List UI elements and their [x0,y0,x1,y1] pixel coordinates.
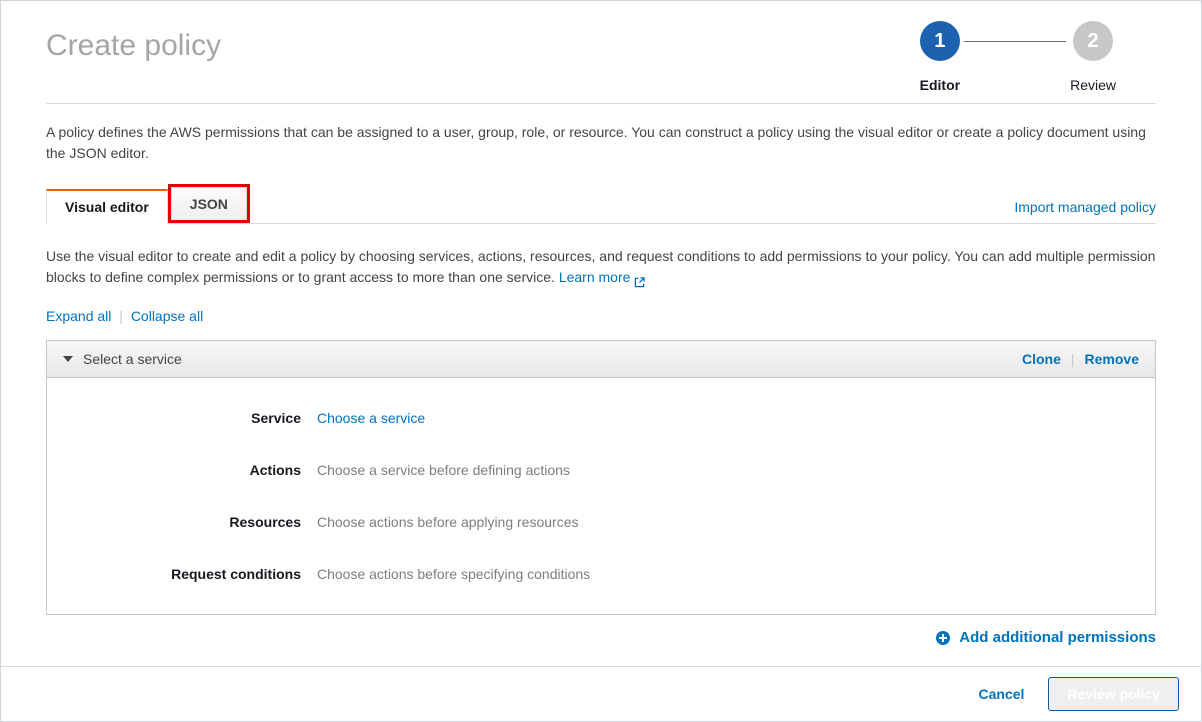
conditions-label: Request conditions [67,566,317,582]
main-container: Create policy 1 Editor 2 Review A policy… [1,1,1201,649]
intro-text: A policy defines the AWS permissions tha… [46,122,1156,164]
tab-label: Visual editor [65,199,149,215]
footer: Cancel Review policy [1,666,1201,721]
row-actions: Actions Choose a service before defining… [67,444,1135,496]
row-request-conditions: Request conditions Choose actions before… [67,548,1135,600]
resources-label: Resources [67,514,317,530]
annotation-highlight: JSON [168,184,250,223]
permission-block-actions: Clone | Remove [1022,351,1139,367]
wizard-step-editor[interactable]: 1 Editor [920,21,960,93]
tab-visual-editor[interactable]: Visual editor [46,189,168,224]
actions-label: Actions [67,462,317,478]
step-label: Editor [920,77,960,93]
plus-circle-icon [935,630,951,646]
actions-value: Choose a service before defining actions [317,462,570,478]
separator: | [119,308,123,324]
step-circle-icon: 2 [1073,21,1113,61]
divider [46,103,1156,104]
clone-link[interactable]: Clone [1022,351,1061,367]
tab-label: JSON [190,196,228,212]
step-label: Review [1070,77,1116,93]
header-row: Create policy 1 Editor 2 Review [46,21,1156,93]
step-circle-icon: 1 [920,21,960,61]
expand-collapse-controls: Expand all | Collapse all [46,308,1156,324]
permission-block: Select a service Clone | Remove Service … [46,340,1156,615]
review-policy-button[interactable]: Review policy [1048,677,1179,711]
conditions-value: Choose actions before specifying conditi… [317,566,590,582]
permission-block-body: Service Choose a service Actions Choose … [47,378,1155,614]
permission-block-title: Select a service [83,351,182,367]
row-service: Service Choose a service [67,392,1135,444]
import-managed-policy-link[interactable]: Import managed policy [1014,191,1156,223]
choose-service-link[interactable]: Choose a service [317,410,425,426]
permission-block-header[interactable]: Select a service Clone | Remove [47,341,1155,378]
tab-row: Visual editor JSON Import managed policy [46,184,1156,224]
add-permissions-row: Add additional permissions [46,629,1156,649]
external-link-icon [634,273,644,283]
learn-more-label: Learn more [559,267,631,288]
add-additional-permissions-link[interactable]: Add additional permissions [935,629,1156,646]
cancel-button[interactable]: Cancel [974,678,1028,710]
step-connector [964,41,1066,42]
caret-down-icon [63,356,73,362]
wizard-step-review[interactable]: 2 Review [1070,21,1116,93]
separator: | [1071,351,1075,367]
row-resources: Resources Choose actions before applying… [67,496,1135,548]
page-title: Create policy [46,29,221,63]
expand-all-link[interactable]: Expand all [46,308,111,324]
editor-description: Use the visual editor to create and edit… [46,246,1156,288]
remove-link[interactable]: Remove [1085,351,1139,367]
add-permissions-label: Add additional permissions [959,629,1156,646]
resources-value: Choose actions before applying resources [317,514,579,530]
collapse-all-link[interactable]: Collapse all [131,308,203,324]
learn-more-link[interactable]: Learn more [559,267,645,288]
service-label: Service [67,410,317,426]
wizard-stepper: 1 Editor 2 Review [920,21,1156,93]
tab-json[interactable]: JSON [171,187,247,220]
